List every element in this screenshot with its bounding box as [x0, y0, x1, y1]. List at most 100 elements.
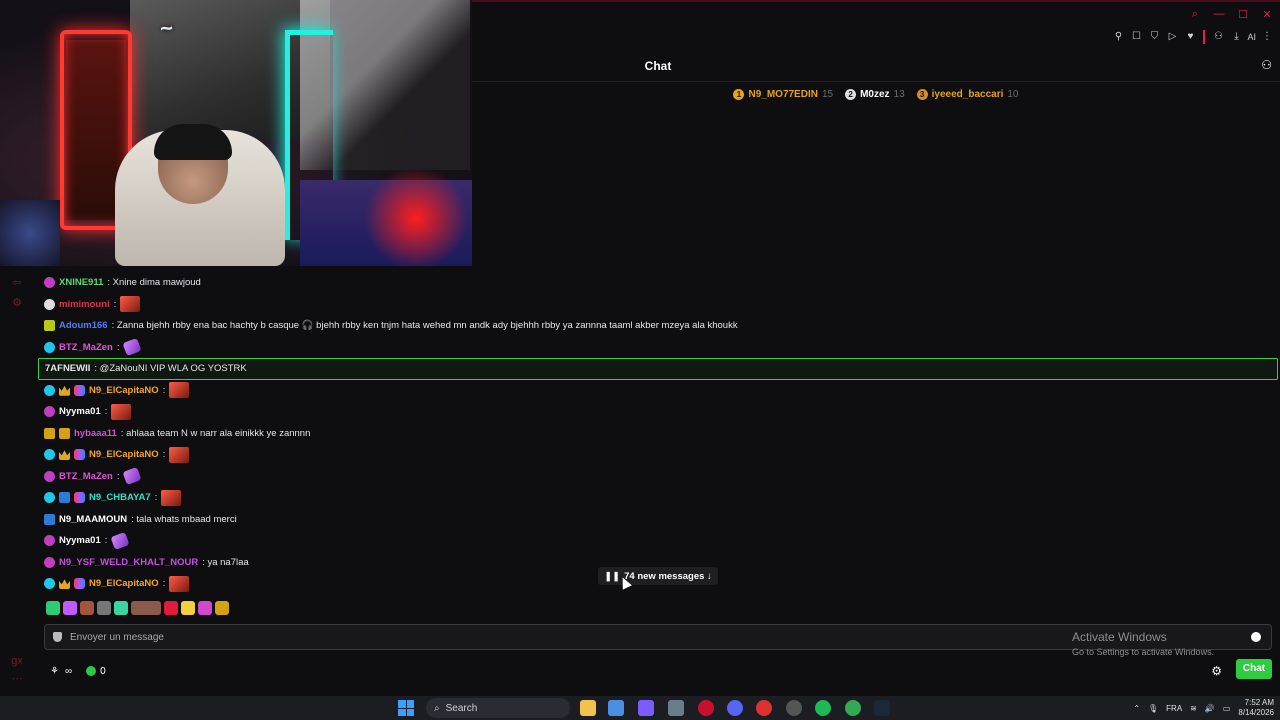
chat-message[interactable]: Adoum166: Zanna bjehh rbby ena bac hacht… — [38, 315, 1278, 337]
chat-message[interactable]: N9_ElCapitaNO: — [38, 444, 1278, 466]
users-icon[interactable]: ⚇ — [1261, 58, 1272, 72]
emote-icon[interactable] — [80, 601, 94, 615]
chat-username[interactable]: BTZ_MaZen — [59, 342, 113, 353]
microphone-icon[interactable]: 🎙 — [1148, 704, 1158, 713]
chat-message[interactable]: mimimouni: — [38, 294, 1278, 316]
chat-message[interactable]: Nyyma01: — [38, 401, 1278, 423]
chat-username[interactable]: N9_ElCapitaNO — [89, 578, 159, 589]
chat-message[interactable]: BTZ_MaZen: — [38, 466, 1278, 488]
emote-icon[interactable] — [198, 601, 212, 615]
leaderboard-item[interactable]: 2 M0zez 13 — [845, 88, 905, 100]
badge-icon[interactable] — [74, 449, 85, 461]
badge-icon[interactable] — [44, 341, 55, 353]
chat-message[interactable]: XNINE911: Xnine dima mawjoud — [38, 272, 1278, 294]
badge-icon[interactable] — [44, 556, 55, 568]
tray-chevron-icon[interactable]: ⌃ — [1133, 704, 1140, 713]
leaderboard-item[interactable]: 3 iyeeed_baccari 10 — [916, 88, 1019, 100]
badge-icon[interactable] — [74, 578, 85, 590]
badge-icon[interactable] — [44, 298, 55, 310]
badge-icon[interactable] — [74, 492, 85, 504]
language-indicator[interactable]: FRA — [1166, 704, 1182, 713]
windows-start-icon[interactable] — [398, 700, 414, 716]
taskbar-search[interactable]: ⌕ Search — [426, 698, 570, 718]
chat-message[interactable]: 7AFNEWII: @ZaNouNI VIP WLA OG YOSTRK — [38, 358, 1278, 380]
badge-icon[interactable] — [44, 470, 55, 482]
heart-icon[interactable]: ♥ — [1183, 30, 1197, 44]
discord-icon[interactable] — [727, 700, 743, 716]
emote-icon[interactable] — [131, 601, 161, 615]
share-icon[interactable]: ⚘ — [50, 666, 59, 677]
spotify-icon[interactable] — [815, 700, 831, 716]
opera-gx-icon[interactable] — [698, 700, 714, 716]
chat-username[interactable]: N9_ElCapitaNO — [89, 385, 159, 396]
chat-username[interactable]: XNINE911 — [59, 277, 103, 288]
emote-icon[interactable] — [97, 601, 111, 615]
chat-message[interactable]: hybaaa11: ahlaaa team N w narr ala einik… — [38, 423, 1278, 445]
search-icon[interactable]: ⌕ — [1188, 8, 1202, 21]
badge-icon[interactable] — [44, 578, 55, 590]
pin-icon[interactable]: ⚲ — [1111, 30, 1125, 44]
badge-icon[interactable] — [44, 492, 55, 504]
chat-message[interactable]: Nyyma01: — [38, 530, 1278, 552]
badge-icon[interactable] — [59, 450, 70, 461]
new-messages-button[interactable]: ❚❚ 74 new messages ↓ — [598, 567, 718, 585]
minimize-icon[interactable]: — — [1212, 8, 1226, 21]
shield-icon[interactable]: ⛉ — [1147, 30, 1161, 44]
copilot-icon[interactable] — [638, 700, 654, 716]
emote-icon[interactable] — [63, 601, 77, 615]
badge-icon[interactable] — [59, 579, 70, 590]
app-gray-icon[interactable] — [786, 700, 802, 716]
battery-icon[interactable]: ▭ — [1223, 704, 1231, 713]
chat-message[interactable]: BTZ_MaZen: — [38, 337, 1278, 359]
emote-icon[interactable] — [181, 601, 195, 615]
infinity-icon[interactable]: ∞ — [65, 666, 72, 677]
badge-icon[interactable] — [44, 406, 55, 418]
emote-icon[interactable] — [215, 601, 229, 615]
badge-icon[interactable] — [44, 449, 55, 461]
chat-username[interactable]: Nyyma01 — [59, 535, 101, 546]
more-icon[interactable]: ⋮ — [1260, 30, 1274, 44]
rail-exit-icon[interactable]: ⇦ — [10, 276, 24, 290]
badge-icon[interactable] — [59, 427, 70, 439]
chat-message[interactable]: N9_ElCapitaNO: — [38, 380, 1278, 402]
emote-icon[interactable] — [164, 601, 178, 615]
popout-icon[interactable]: ☐ — [1129, 30, 1143, 44]
stream-video[interactable]: ~ — [0, 0, 472, 266]
wifi-icon[interactable]: ≋ — [1190, 704, 1197, 713]
download-icon[interactable]: ⤓ — [1229, 30, 1243, 44]
chat-username[interactable]: Adoum166 — [59, 320, 108, 331]
store-icon[interactable] — [608, 700, 624, 716]
emote-icon[interactable] — [46, 601, 60, 615]
badge-icon[interactable] — [44, 320, 55, 332]
chrome-icon[interactable] — [845, 700, 861, 716]
calculator-icon[interactable] — [668, 700, 684, 716]
chat-username[interactable]: Nyyma01 — [59, 406, 101, 417]
volume-icon[interactable]: 🔊 — [1205, 704, 1215, 713]
leaderboard-item[interactable]: 1 N9_MO77EDIN 15 — [733, 88, 833, 100]
badge-icon[interactable] — [74, 384, 85, 396]
badge-icon[interactable] — [44, 427, 55, 439]
badge-icon[interactable] — [44, 384, 55, 396]
app-red-icon[interactable] — [756, 700, 772, 716]
close-icon[interactable]: ✕ — [1260, 8, 1274, 21]
chat-message[interactable]: N9_CHBAYA7: — [38, 487, 1278, 509]
emote-icon[interactable] — [114, 601, 128, 615]
steam-icon[interactable] — [874, 700, 890, 716]
rail-more-icon[interactable]: ⋯ — [10, 672, 24, 686]
badge-icon[interactable] — [44, 535, 55, 547]
taskbar-clock[interactable]: 7:52 AM 8/14/2026 — [1238, 698, 1274, 718]
ai-button[interactable]: AI — [1247, 30, 1256, 44]
rail-settings-icon[interactable]: ⚙ — [10, 296, 24, 310]
chat-message[interactable]: N9_MAAMOUN: tala whats mbaad merci — [38, 509, 1278, 531]
gear-icon[interactable]: ⚙ — [1211, 664, 1222, 678]
file-explorer-icon[interactable] — [580, 700, 596, 716]
user-icon[interactable]: ⚇ — [1211, 30, 1225, 44]
badge-icon[interactable] — [59, 385, 70, 396]
chat-message-input[interactable] — [70, 631, 970, 643]
chat-send-button[interactable]: Chat — [1236, 659, 1272, 679]
badge-icon[interactable] — [44, 277, 55, 289]
chat-username[interactable]: N9_ElCapitaNO — [89, 449, 159, 460]
emoji-icon[interactable] — [1251, 632, 1261, 642]
chat-username[interactable]: N9_CHBAYA7 — [89, 492, 151, 503]
chat-username[interactable]: BTZ_MaZen — [59, 471, 113, 482]
